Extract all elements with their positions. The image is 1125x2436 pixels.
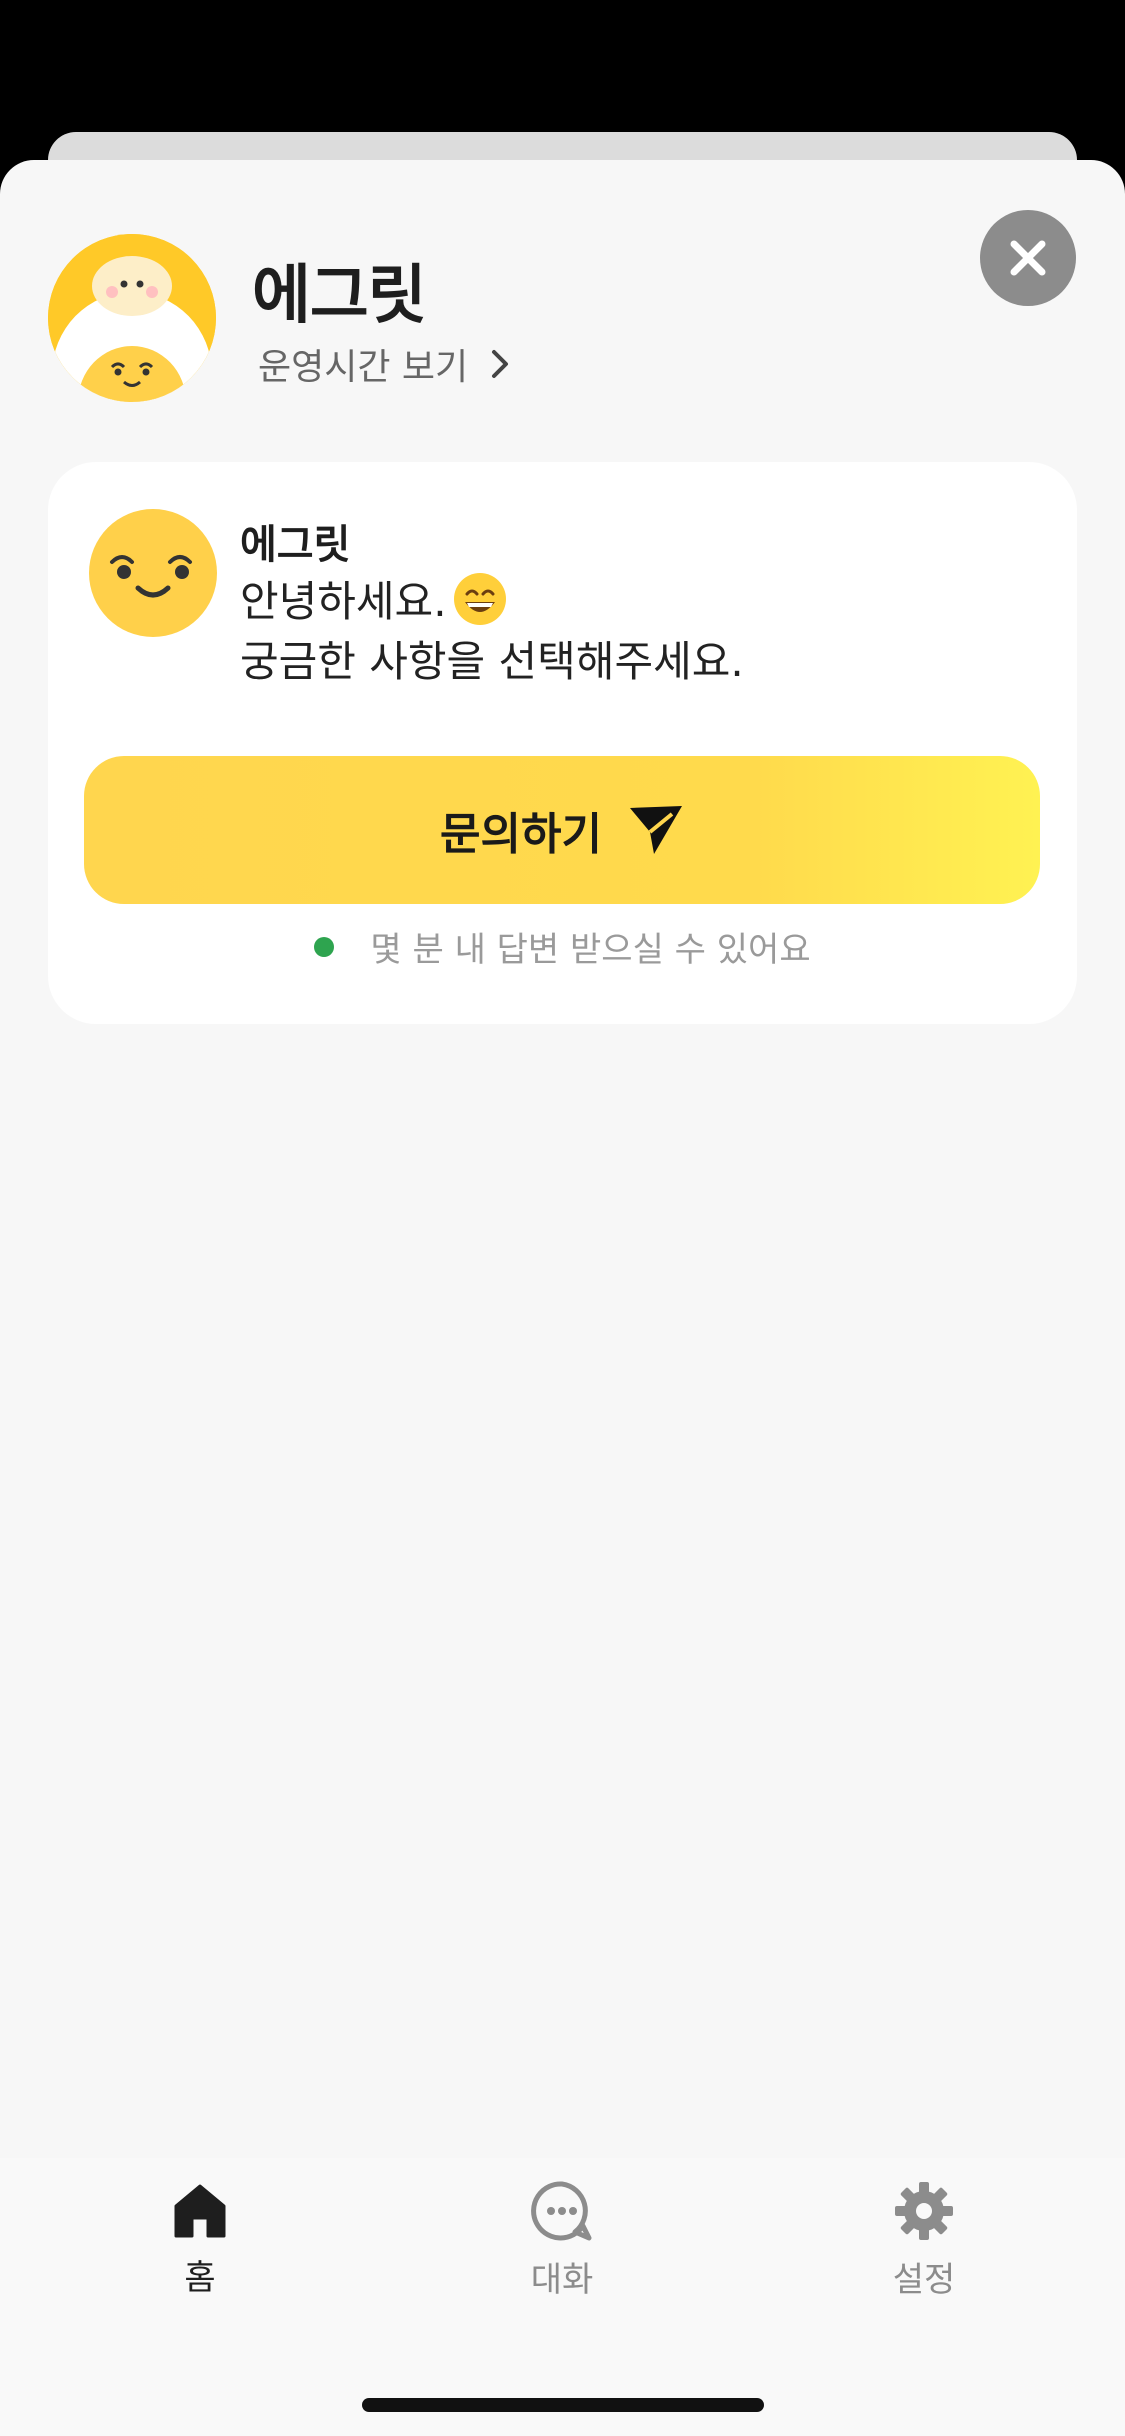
bot-name-title: 에그릿 [252, 259, 427, 333]
bot-avatar-small [89, 509, 217, 637]
message-line-1: 안녕하세요. [240, 577, 447, 626]
message-sender: 에그릿 [240, 522, 351, 568]
inquiry-button-label: 문의하기 [440, 809, 602, 860]
tab-home-label: 홈 [184, 2258, 216, 2298]
tab-settings-label: 설정 [892, 2260, 956, 2300]
tab-chat-label: 대화 [530, 2260, 594, 2300]
grinning-emoji-icon [453, 573, 506, 625]
welcome-card: 에그릿 안녕하세요. 궁금한 사항을 선택해주세요. 문의하기 몇 분 내 답변… [48, 462, 1077, 1024]
response-time-text: 몇 분 내 답변 받으실 수 있어요 [370, 930, 811, 970]
bot-avatar [48, 234, 216, 402]
messenger-sheet: 에그릿 운영시간 보기 에그릿 안녕하세요. 궁금한 사항을 선택해주세요. 문… [0, 160, 1125, 2436]
home-icon [174, 2184, 226, 2238]
operating-hours-link[interactable]: 운영시간 보기 [258, 336, 510, 392]
home-indicator [362, 2398, 764, 2412]
chevron-right-icon [492, 350, 509, 378]
inquiry-button[interactable]: 문의하기 [84, 756, 1040, 904]
message-line-2: 궁금한 사항을 선택해주세요. [240, 637, 744, 686]
tab-settings[interactable]: 설정 [804, 2180, 1044, 2330]
chat-icon [531, 2181, 592, 2241]
close-icon [1010, 240, 1046, 276]
tab-bar: 홈 대화 설정 [0, 2158, 1125, 2436]
operating-hours-label: 운영시간 보기 [258, 347, 469, 388]
tab-home[interactable]: 홈 [80, 2180, 320, 2330]
message-text: 안녕하세요. 궁금한 사항을 선택해주세요. [240, 572, 744, 692]
online-status-dot [314, 936, 335, 957]
close-button[interactable] [980, 210, 1076, 306]
response-status: 몇 분 내 답변 받으실 수 있어요 [48, 922, 1077, 971]
tab-chat[interactable]: 대화 [442, 2180, 682, 2330]
send-icon [629, 806, 682, 854]
gear-icon [895, 2182, 953, 2240]
